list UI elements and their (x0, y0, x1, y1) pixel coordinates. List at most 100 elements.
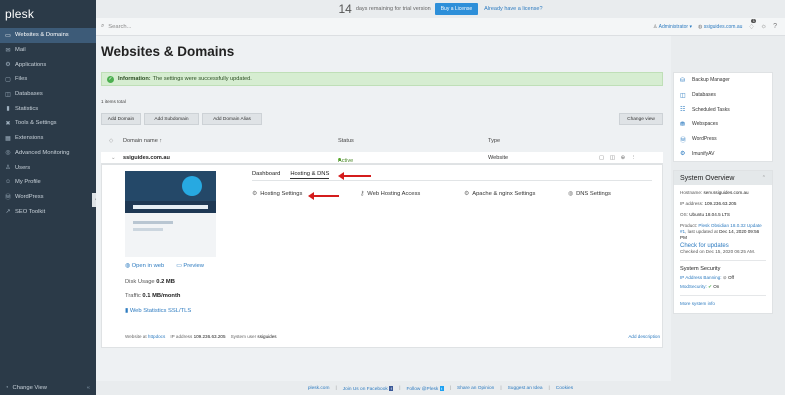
web-statistics-link[interactable]: ▮ Web Statistics SSL/TLS (125, 308, 191, 314)
monitor-icon: ▭ (5, 32, 11, 39)
website-thumbnail[interactable] (125, 171, 216, 257)
user-menu[interactable]: ♙ Administrator ▾ (653, 24, 692, 30)
domain-tabs: Dashboard Hosting & DNS (252, 171, 330, 179)
sidebar-item-label: SEO Toolkit (15, 208, 46, 215)
hostname-value: serv.ssiguides.com.au (703, 190, 749, 196)
facebook-icon: f (389, 385, 394, 391)
quick-link-label: Scheduled Tasks (692, 106, 730, 113)
users-icon: ♙ (5, 165, 11, 172)
modsecurity-row: ModSecurity: ✔ On (680, 284, 766, 290)
hosting-settings-icon: ⚙ (252, 191, 258, 197)
notifications-icon[interactable]: ♢ 1 (748, 18, 757, 31)
select-all-checkbox[interactable]: ◇ (109, 138, 113, 144)
domain-details-panel: Dashboard Hosting & DNS ⚙ Hosting Settin… (101, 164, 663, 348)
buy-license-button[interactable]: Buy a License (434, 3, 479, 15)
add-description-link[interactable]: Add description (628, 334, 660, 339)
add-domain-alias-button[interactable]: Add Domain Alias (202, 113, 262, 125)
system-user-value: ssiguides (257, 334, 277, 339)
success-check-icon: ✓ (107, 75, 114, 83)
footer-link-opinion[interactable]: Share an Opinion (457, 386, 494, 391)
hosting-settings-link[interactable]: ⚙ Hosting Settings (252, 191, 302, 197)
more-system-info-link[interactable]: More system info (680, 301, 766, 307)
open-in-web-label: Open in web (131, 263, 165, 269)
ip-banning-link[interactable]: IP Address Banning: (680, 275, 722, 280)
apache-nginx-settings-link[interactable]: ⚙ Apache & nginx Settings (464, 191, 535, 197)
dns-settings-link[interactable]: ◍ DNS Settings (568, 191, 611, 197)
web-statistics-label: Web Statistics SSL/TLS (129, 308, 192, 314)
main-content: Websites & Domains ✓ Information: The se… (96, 36, 671, 381)
hostname-row: Hostname: serv.ssiguides.com.au (680, 190, 766, 196)
sidebar-item-label: Advanced Monitoring (15, 149, 70, 156)
table-row[interactable]: ⌄ ssiguides.com.au Active ▾ Website ▢ ◫ … (101, 152, 663, 170)
search-input[interactable]: ⌕ Search... (96, 23, 516, 30)
trial-text: days remaining for trial version (355, 6, 431, 12)
footer-link-cookies[interactable]: Cookies (556, 386, 573, 391)
sidebar-item-seo-toolkit[interactable]: ↗ SEO Toolkit (0, 204, 96, 219)
tab-dashboard[interactable]: Dashboard (252, 171, 280, 179)
quick-link-webspaces[interactable]: ⛃ Webspaces (674, 117, 772, 132)
right-column: ⛁ Backup Manager ◫ Databases ☷ Scheduled… (673, 72, 773, 315)
table-header: ◇ Domain name ↑ Status Type (101, 136, 663, 147)
extensions-icon: ▦ (5, 135, 11, 142)
quick-link-backup-manager[interactable]: ⛁ Backup Manager (674, 73, 772, 88)
database-icon: ◫ (5, 91, 11, 98)
sidebar-item-applications[interactable]: ⚙ Applications (0, 57, 96, 72)
sidebar-item-tools-settings[interactable]: ✖ Tools & Settings (0, 116, 96, 131)
sidebar: plesk ▭ Websites & Domains ✉ Mail ⚙ Appl… (0, 0, 96, 395)
col-domain-name[interactable]: Domain name ↑ (123, 138, 162, 144)
httpdocs-link[interactable]: httpdocs (148, 334, 165, 339)
collapse-caret-icon[interactable]: ⌃ (762, 175, 766, 181)
panel-footer: Website at httpdocs IP address 109.236.6… (125, 334, 660, 339)
system-overview-header[interactable]: System Overview ⌃ (674, 171, 772, 186)
web-hosting-access-link[interactable]: ⚷ Web Hosting Access (360, 191, 420, 197)
sidebar-item-wordpress[interactable]: Ⓦ WordPress (0, 190, 96, 205)
sidebar-item-advanced-monitoring[interactable]: ◎ Advanced Monitoring (0, 146, 96, 161)
sidebar-item-mail[interactable]: ✉ Mail (0, 43, 96, 58)
dns-globe-icon: ◍ (568, 191, 574, 197)
already-have-license-link[interactable]: Already have a license? (484, 6, 542, 12)
twitter-icon: t (439, 385, 444, 391)
open-in-web-link[interactable]: ◍ Open in web (125, 263, 164, 269)
footer-link-idea[interactable]: Suggest an Idea (508, 386, 543, 391)
sidebar-item-label: Files (15, 76, 28, 83)
footer-link-facebook[interactable]: Join Us on Facebook f (343, 385, 394, 392)
add-domain-button[interactable]: Add Domain (101, 113, 141, 125)
quick-link-databases[interactable]: ◫ Databases (674, 88, 772, 103)
change-view-button[interactable]: ◔ Change View « (0, 381, 96, 395)
add-subdomain-button[interactable]: Add Subdomain (144, 113, 199, 125)
tab-hosting-dns[interactable]: Hosting & DNS (290, 171, 330, 179)
row-expand-chevron-icon[interactable]: ⌄ (111, 155, 116, 161)
row-domain-name[interactable]: ssiguides.com.au (123, 155, 170, 161)
ip-banning-value: Off (727, 275, 735, 281)
sidebar-item-my-profile[interactable]: ☺ My Profile (0, 175, 96, 190)
quick-links-card: ⛁ Backup Manager ◫ Databases ☷ Scheduled… (673, 72, 773, 163)
modsecurity-link[interactable]: ModSecurity: (680, 284, 707, 289)
product-row: Product: Plesk Obsidian 18.0.32 Update #… (680, 223, 766, 241)
collapse-chevron-icon[interactable]: « (87, 385, 90, 391)
suggestions-icon[interactable]: ☼ (761, 23, 767, 30)
preview-link[interactable]: ▭ Preview (176, 263, 204, 269)
sidebar-item-users[interactable]: ♙ Users (0, 160, 96, 175)
sidebar-item-extensions[interactable]: ▦ Extensions (0, 131, 96, 146)
quick-link-wordpress[interactable]: Ⓦ WordPress (674, 132, 772, 147)
website-at-label: Website at (125, 334, 147, 339)
change-view-list-button[interactable]: Change view (619, 113, 663, 125)
footer-link-plesk[interactable]: plesk.com (308, 386, 330, 391)
quick-link-scheduled-tasks[interactable]: ☷ Scheduled Tasks (674, 102, 772, 117)
system-security-title: System Security (680, 266, 721, 273)
monitoring-icon: ◎ (5, 150, 11, 157)
sidebar-item-files[interactable]: ▢ Files (0, 72, 96, 87)
sidebar-item-websites-domains[interactable]: ▭ Websites & Domains (0, 28, 96, 43)
disk-usage-label: Disk Usage (125, 279, 155, 285)
site-selector[interactable]: ◍ ssiguides.com.au (698, 24, 742, 30)
profile-icon: ☺ (4, 179, 12, 186)
os-label: OS: (680, 212, 688, 218)
trial-banner: 14 days remaining for trial version Buy … (96, 0, 785, 18)
row-action-icons[interactable]: ▢ ◫ ⊕ ⋮ (599, 155, 639, 161)
help-icon[interactable]: ? (773, 23, 777, 30)
quick-link-imunifyav[interactable]: ⚙ ImunifyAV (674, 146, 772, 161)
sidebar-item-databases[interactable]: ◫ Databases (0, 87, 96, 102)
footer-link-twitter[interactable]: Follow @Plesk t (406, 385, 444, 392)
sidebar-item-statistics[interactable]: ▮ Statistics (0, 101, 96, 116)
sidebar-item-label: Extensions (15, 135, 44, 142)
